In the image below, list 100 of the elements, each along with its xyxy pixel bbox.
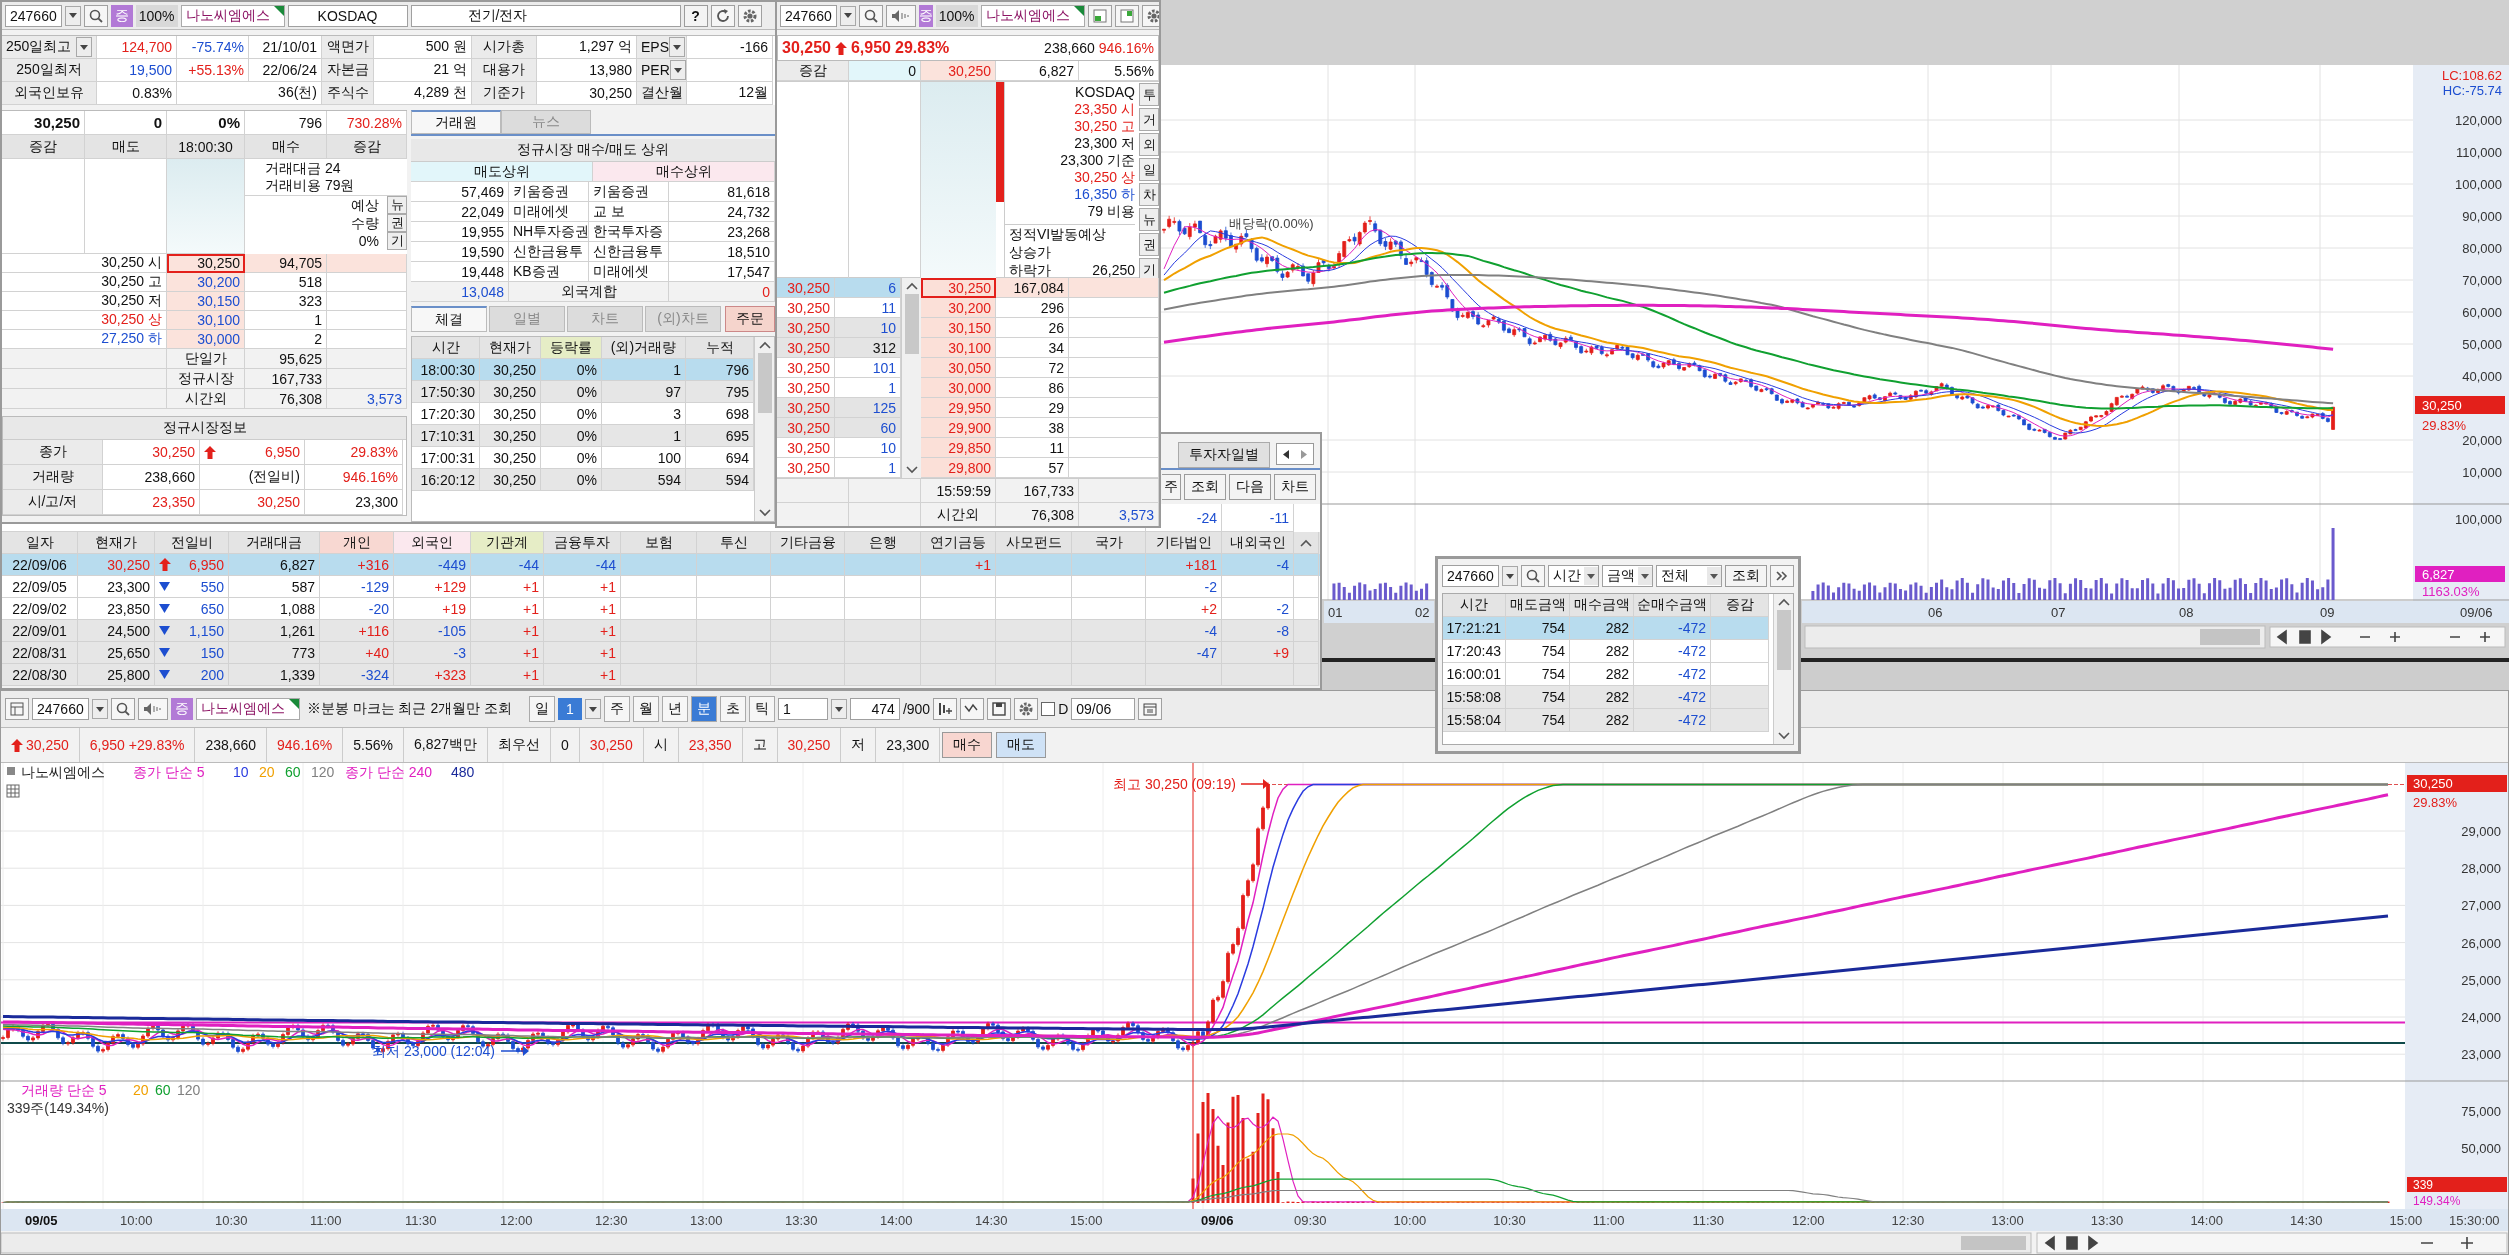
- settings-button[interactable]: [1014, 698, 1039, 720]
- search-button[interactable]: [858, 4, 883, 27]
- scrollbar[interactable]: [901, 278, 921, 478]
- dropdown-button[interactable]: [91, 699, 108, 719]
- dropdown-button[interactable]: [830, 699, 847, 719]
- layout-button[interactable]: [5, 698, 29, 720]
- add-indicator-button[interactable]: [933, 698, 958, 720]
- side-button[interactable]: 뉴: [387, 196, 407, 214]
- tab[interactable]: 투자자일별: [1178, 442, 1270, 468]
- toolbar-button[interactable]: 차트: [1274, 474, 1316, 500]
- table-row[interactable]: 22/09/06 30,250 6,950 6,827 +316 -449 -44 -44 +1 +181 -4: [2, 554, 1320, 576]
- grid-toggle-icon[interactable]: [6, 784, 20, 798]
- side-button[interactable]: 일: [1139, 158, 1159, 181]
- layout-button[interactable]: [1114, 4, 1139, 27]
- scroll-controls-drawing[interactable]: [2036, 1232, 2508, 1254]
- side-button[interactable]: 권: [1139, 233, 1159, 256]
- table-row[interactable]: 22/09/02 23,850 650 1,088 -20 +19 +1 +1 +2 -2: [2, 598, 1320, 620]
- dropdown-button[interactable]: [1501, 566, 1518, 586]
- table-row[interactable]: 17:00:31 30,250 0% 100 694: [412, 447, 754, 469]
- search-button[interactable]: [110, 698, 135, 720]
- chart-scrollbar[interactable]: [1804, 625, 2266, 649]
- dropdown-button[interactable]: [584, 699, 601, 719]
- tab[interactable]: 체결: [411, 306, 487, 332]
- table-row[interactable]: 17:20:43 754 282 -472: [1443, 640, 1769, 663]
- left-arrow-icon[interactable]: [1283, 449, 1289, 459]
- dropdown-button[interactable]: [76, 37, 92, 57]
- dropdown-button[interactable]: [64, 5, 81, 26]
- save-button[interactable]: [987, 698, 1012, 720]
- scroll-up-icon[interactable]: [1300, 538, 1312, 547]
- speaker-button[interactable]: [885, 4, 916, 27]
- legend-toggle-icon[interactable]: [7, 767, 15, 775]
- stock-code-field[interactable]: 247660: [5, 4, 62, 27]
- count-field[interactable]: 474: [849, 698, 900, 720]
- side-button[interactable]: 투: [1139, 83, 1159, 106]
- stock-name-field[interactable]: 나노씨엠에스: [180, 4, 285, 27]
- stock-code-field[interactable]: 247660: [1442, 565, 1499, 587]
- dropdown-button[interactable]: [839, 5, 856, 26]
- right-arrow-icon[interactable]: [1301, 449, 1307, 459]
- interval-field[interactable]: 1: [777, 698, 828, 720]
- layout-button[interactable]: [1087, 4, 1112, 27]
- scrollbar[interactable]: [754, 337, 774, 521]
- toolbar-button[interactable]: 주: [1162, 474, 1181, 500]
- period-button[interactable]: 분: [690, 696, 717, 722]
- dropdown-button[interactable]: [669, 60, 686, 80]
- side-button[interactable]: 거: [1139, 108, 1159, 131]
- scroll-down-icon[interactable]: [1777, 732, 1790, 740]
- stock-name-field[interactable]: 나노씨엠에스: [195, 698, 300, 720]
- toolbar-button[interactable]: 조회: [1184, 474, 1226, 500]
- chart-scrollbar[interactable]: [1, 1232, 2032, 1254]
- scroll-thumb[interactable]: [904, 294, 919, 354]
- search-button[interactable]: [83, 4, 108, 27]
- date-field[interactable]: 09/06: [1071, 698, 1136, 720]
- scroll-up-icon[interactable]: [905, 282, 918, 290]
- period-button[interactable]: 틱: [748, 696, 775, 722]
- settings-button[interactable]: [737, 4, 762, 27]
- speaker-button[interactable]: [137, 698, 168, 720]
- line-tool-button[interactable]: [960, 698, 985, 720]
- refresh-button[interactable]: [710, 4, 735, 27]
- stock-name-field[interactable]: 나노씨엠에스: [980, 4, 1085, 27]
- dropdown-field[interactable]: 금액: [1601, 565, 1653, 587]
- query-button[interactable]: 조회: [1725, 565, 1767, 587]
- trade-button[interactable]: 매수: [942, 732, 993, 758]
- dropdown-button[interactable]: [669, 37, 685, 57]
- period-button[interactable]: 주: [603, 696, 630, 722]
- table-row[interactable]: 22/09/05 23,300 550 587 -129 +129 +1 +1 -2: [2, 576, 1320, 598]
- order-button[interactable]: 주문: [725, 306, 775, 332]
- stock-code-field[interactable]: 247660: [32, 698, 89, 720]
- scroll-down-icon[interactable]: [905, 466, 918, 474]
- period-button[interactable]: 일: [529, 696, 556, 722]
- scroll-thumb[interactable]: [1776, 610, 1791, 670]
- help-button[interactable]: ?: [683, 4, 708, 27]
- scroll-down-icon[interactable]: [758, 509, 771, 517]
- table-row[interactable]: 18:00:30 30,250 0% 1 796: [412, 359, 754, 381]
- table-row[interactable]: 17:21:21 754 282 -472: [1443, 617, 1769, 640]
- toolbar-button[interactable]: 다음: [1229, 474, 1271, 500]
- table-row[interactable]: 17:10:31 30,250 0% 1 695: [412, 425, 754, 447]
- table-row[interactable]: 22/09/01 24,500 1,150 1,261 +116 -105 +1 +1 -4 -8: [2, 620, 1320, 642]
- scroll-up-icon[interactable]: [758, 341, 771, 349]
- side-button[interactable]: 외: [1139, 133, 1159, 156]
- table-row[interactable]: 16:20:12 30,250 0% 594 594: [412, 469, 754, 491]
- checkbox[interactable]: [1041, 702, 1056, 716]
- dropdown-field[interactable]: 전체: [1655, 565, 1722, 587]
- side-button[interactable]: 뉴: [1139, 208, 1159, 231]
- more-button[interactable]: [1770, 565, 1794, 587]
- dropdown-field[interactable]: 시간: [1547, 565, 1599, 587]
- table-row[interactable]: 17:50:30 30,250 0% 97 795: [412, 381, 754, 403]
- scroll-controls-drawing[interactable]: [2269, 626, 2506, 648]
- scroll-thumb[interactable]: [757, 353, 772, 413]
- table-row[interactable]: 15:58:08 754 282 -472: [1443, 686, 1769, 709]
- trade-button[interactable]: 매도: [996, 732, 1047, 758]
- table-row[interactable]: 16:00:01 754 282 -472: [1443, 663, 1769, 686]
- table-row[interactable]: 22/08/30 25,800 200 1,339 -324 +323 +1 +1: [2, 664, 1320, 686]
- table-row[interactable]: 17:20:30 30,250 0% 3 698: [412, 403, 754, 425]
- table-row[interactable]: 15:58:04 754 282 -472: [1443, 709, 1769, 732]
- settings-button[interactable]: [1141, 4, 1159, 27]
- side-button[interactable]: 차: [1139, 183, 1159, 206]
- tab[interactable]: 거래원: [411, 110, 501, 134]
- side-button[interactable]: 권: [387, 214, 407, 232]
- period-button[interactable]: 초: [719, 696, 746, 722]
- period-button[interactable]: 월: [632, 696, 659, 722]
